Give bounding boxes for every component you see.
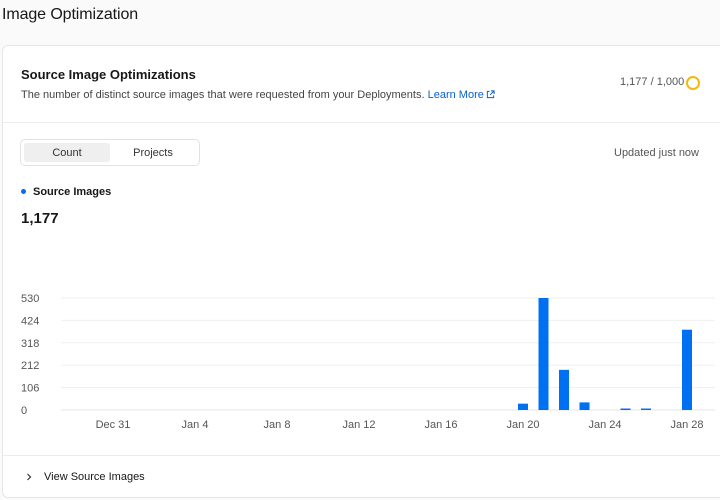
total-count: 1,177 [21, 210, 59, 227]
updated-status: Updated just now [614, 147, 699, 159]
view-source-images-button[interactable]: View Source Images [25, 471, 145, 483]
bar [579, 402, 590, 410]
tab-projects[interactable]: Projects [110, 143, 196, 162]
bar [559, 369, 569, 410]
y-tick-label: 212 [21, 360, 39, 372]
bar [538, 298, 549, 410]
y-tick-label: 424 [21, 315, 39, 327]
y-tick-label: 106 [21, 383, 39, 395]
x-tick-label: Jan 28 [670, 419, 703, 431]
card-description: The number of distinct source images tha… [21, 89, 495, 101]
card-footer: View Source Images [3, 455, 720, 499]
chevron-right-icon [27, 473, 32, 481]
bar [682, 329, 692, 410]
source-image-optimizations-card: Source Image Optimizations The number of… [2, 45, 720, 498]
chart-legend: Source Images [21, 186, 111, 198]
y-tick-label: 530 [21, 293, 39, 305]
x-tick-label: Jan 16 [424, 419, 457, 431]
x-tick-label: Jan 4 [182, 419, 209, 431]
tab-count[interactable]: Count [24, 143, 110, 162]
external-link-icon [486, 90, 495, 99]
x-tick-label: Jan 20 [506, 419, 539, 431]
x-tick-label: Jan 24 [588, 419, 621, 431]
x-tick-label: Dec 31 [96, 419, 131, 431]
view-toggle: Count Projects [20, 139, 200, 166]
x-tick-label: Jan 12 [342, 419, 375, 431]
learn-more-link[interactable]: Learn More [428, 89, 495, 101]
page-title: Image Optimization [2, 6, 139, 23]
y-tick-label: 0 [21, 405, 27, 417]
legend-dot-icon [21, 189, 26, 194]
source-images-bar-chart: 530 424 318 212 106 0 Dec 31 Jan 4 Jan 8 Jan 12 Ja… [21, 293, 715, 431]
legend-series-name: Source Images [33, 186, 112, 198]
bar [641, 408, 651, 410]
bar [518, 403, 528, 410]
x-tick-label: Jan 8 [264, 419, 291, 431]
learn-more-label: Learn More [427, 89, 484, 101]
usage-count: 1,177 / 1,000 [620, 76, 685, 88]
bar [620, 408, 631, 410]
description-text: The number of distinct source images tha… [21, 89, 425, 101]
card-title: Source Image Optimizations [21, 67, 196, 82]
y-tick-label: 318 [21, 338, 39, 350]
card-header: Source Image Optimizations The number of… [3, 46, 720, 123]
view-source-images-label: View Source Images [44, 471, 145, 483]
usage-ring-icon [686, 76, 700, 90]
